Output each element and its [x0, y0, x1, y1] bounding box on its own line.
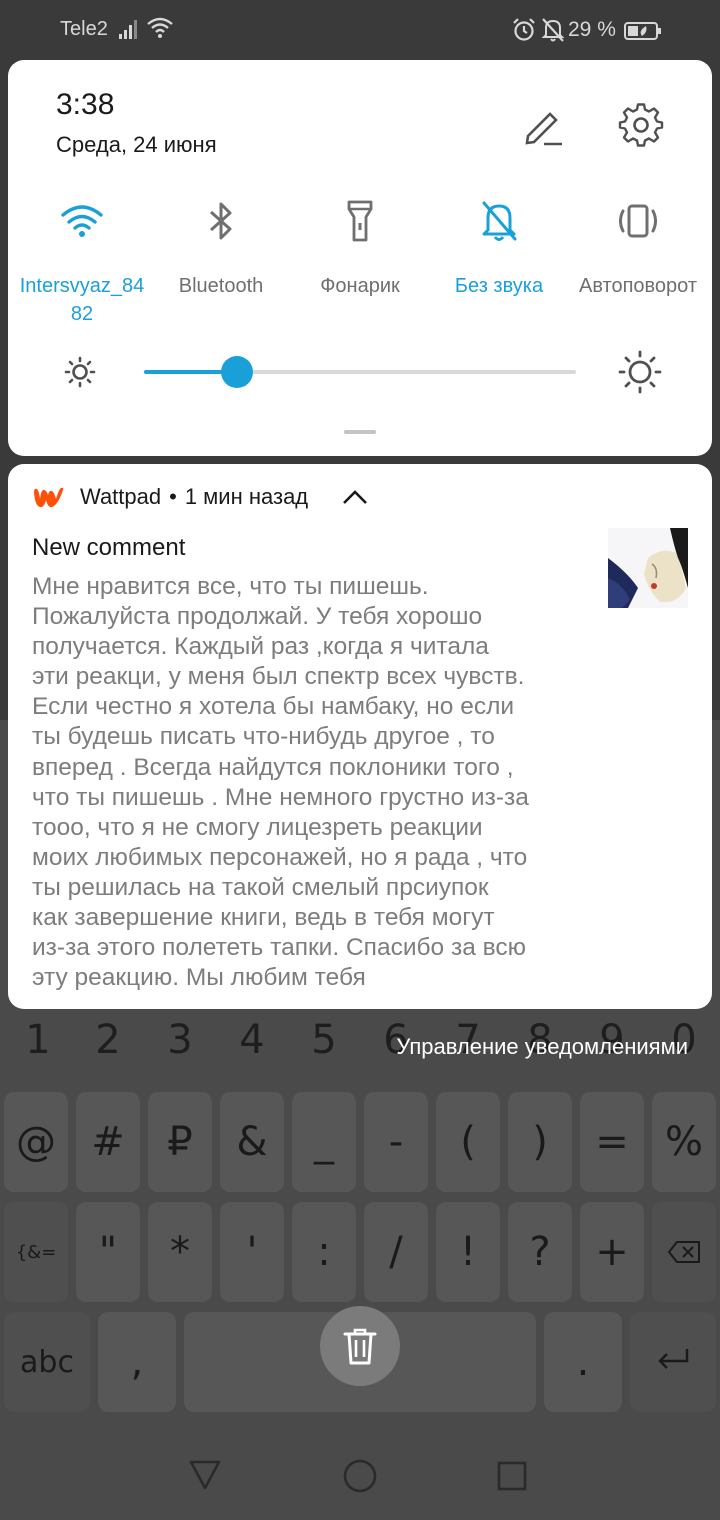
key-hash[interactable]: #	[76, 1092, 140, 1192]
bluetooth-icon	[209, 202, 232, 240]
wifi-icon	[61, 205, 103, 237]
signal-icon	[119, 20, 137, 39]
brightness-high-icon	[618, 350, 662, 394]
navigation-bar	[0, 1430, 720, 1520]
notification-header: Wattpad • 1 мин назад	[80, 484, 308, 510]
key-question[interactable]: ?	[508, 1202, 572, 1302]
brightness-slider[interactable]	[144, 356, 576, 388]
key-exclamation[interactable]: !	[436, 1202, 500, 1302]
brightness-row	[8, 350, 712, 394]
auto-rotate-icon	[619, 204, 657, 238]
key-percent[interactable]: %	[652, 1092, 716, 1192]
flashlight-icon	[347, 200, 373, 242]
key-paren-open[interactable]: (	[436, 1092, 500, 1192]
gear-icon	[618, 103, 664, 147]
header-separator: •	[169, 484, 177, 509]
tile-wifi[interactable]: Intersvyaz_84 82	[12, 196, 152, 328]
key-2[interactable]: 2	[72, 1000, 144, 1080]
key-equals[interactable]: =	[580, 1092, 644, 1192]
key-comma[interactable]: ,	[98, 1312, 176, 1412]
date: Среда, 24 июня	[56, 132, 217, 157]
key-plus[interactable]: +	[580, 1202, 644, 1302]
tile-flashlight[interactable]: Фонарик	[290, 196, 430, 300]
carrier-name: Tele2	[60, 18, 108, 40]
tile-auto-rotate-label: Автоповорот	[578, 275, 698, 297]
clock: 3:38	[56, 88, 115, 121]
notification-title: New comment	[32, 534, 186, 561]
key-minus[interactable]: -	[364, 1092, 428, 1192]
settings-button[interactable]	[618, 102, 664, 148]
tile-bluetooth-label: Bluetooth	[178, 275, 264, 297]
wattpad-logo-icon	[34, 487, 64, 508]
key-period[interactable]: .	[544, 1312, 622, 1412]
notification-thumbnail	[608, 528, 688, 608]
key-colon[interactable]: :	[292, 1202, 356, 1302]
wattpad-notification[interactable]: Wattpad • 1 мин назад New comment Мне нрав…	[8, 464, 712, 1009]
key-enter[interactable]	[630, 1312, 716, 1412]
battery-icon	[624, 22, 661, 40]
clear-notifications-button[interactable]	[320, 1306, 400, 1386]
quick-settings-panel: 3:38 Среда, 24 июня Intersvyaz_84 82 Blu…	[8, 60, 712, 456]
home-circle-icon[interactable]	[342, 1458, 378, 1494]
key-asterisk[interactable]: *	[148, 1202, 212, 1302]
app-name: Wattpad	[80, 484, 162, 509]
pencil-icon	[525, 112, 562, 146]
key-backspace[interactable]	[652, 1202, 716, 1302]
status-bar: Tele2 29 %	[0, 0, 720, 60]
tile-auto-rotate[interactable]: Автоповорот	[568, 196, 708, 300]
brightness-slider-thumb[interactable]	[220, 356, 253, 388]
key-4[interactable]: 4	[216, 1000, 288, 1080]
manage-notifications-link[interactable]: Управление уведомлениями	[396, 1034, 688, 1060]
key-double-quote[interactable]: "	[76, 1202, 140, 1302]
tile-bluetooth[interactable]: Bluetooth	[151, 196, 291, 300]
key-slash[interactable]: /	[364, 1202, 428, 1302]
key-1[interactable]: 1	[2, 1000, 74, 1080]
key-5[interactable]: 5	[288, 1000, 360, 1080]
mute-icon	[541, 18, 565, 42]
trash-icon	[343, 1328, 377, 1365]
battery-percent: 29 %	[568, 18, 616, 41]
keyboard-symbol-row-1: @ # ₽ & _ - ( ) = %	[0, 1092, 720, 1192]
recent-apps-square-icon[interactable]	[496, 1460, 528, 1492]
back-triangle-icon[interactable]	[188, 1458, 222, 1492]
panel-drag-handle[interactable]	[344, 430, 376, 434]
mute-bell-icon	[482, 201, 517, 241]
key-ampersand[interactable]: &	[220, 1092, 284, 1192]
story-cover-image	[608, 528, 688, 608]
tile-wifi-label: Intersvyaz_84 82	[19, 275, 145, 325]
tile-flashlight-label: Фонарик	[320, 275, 400, 297]
key-apostrophe[interactable]: '	[220, 1202, 284, 1302]
brightness-low-icon	[64, 356, 96, 388]
key-at[interactable]: @	[4, 1092, 68, 1192]
key-paren-close[interactable]: )	[508, 1092, 572, 1192]
keyboard-symbol-row-2: {&= " * ' : / ! ? +	[0, 1202, 720, 1302]
key-3[interactable]: 3	[144, 1000, 216, 1080]
edit-tiles-button[interactable]	[522, 104, 566, 148]
wifi-icon	[147, 17, 173, 38]
enter-icon	[658, 1349, 689, 1369]
key-ruble[interactable]: ₽	[148, 1092, 212, 1192]
key-underscore[interactable]: _	[292, 1092, 356, 1192]
key-more-symbols[interactable]: {&=	[4, 1202, 68, 1302]
tile-silent-label: Без звука	[454, 275, 544, 297]
alarm-icon	[513, 18, 535, 41]
chevron-up-icon[interactable]	[342, 488, 368, 506]
notification-time: 1 мин назад	[184, 484, 309, 509]
key-abc[interactable]: abc	[4, 1312, 90, 1412]
backspace-icon	[667, 1241, 700, 1263]
notification-body: Мне нравится все, что ты пишешь. Пожалуй…	[32, 573, 529, 992]
tile-silent[interactable]: Без звука	[429, 196, 569, 300]
